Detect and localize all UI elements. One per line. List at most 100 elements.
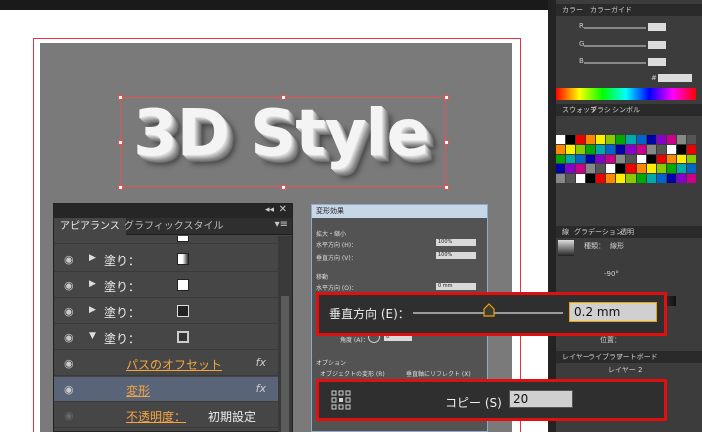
selection-handle[interactable] [281,95,286,100]
color-spectrum[interactable] [556,88,696,100]
swatch[interactable] [676,174,686,183]
swatch[interactable] [576,154,586,164]
swatch[interactable] [676,154,686,164]
visibility-eye-icon[interactable]: ◉ [64,253,74,266]
fill-row[interactable]: ◉ ▶ 塗り： [54,299,278,324]
swatch[interactable] [576,174,586,183]
swatch[interactable] [616,135,626,144]
swatch[interactable] [596,144,606,154]
horizontal-scale-input[interactable]: 100% [436,239,476,246]
expand-triangle-icon[interactable]: ▶ [89,305,96,315]
vertical-scale-input[interactable]: 100% [436,252,476,259]
swatch[interactable] [596,135,606,144]
effect-offset-path-link[interactable]: パスのオフセット [126,356,222,373]
tab-color[interactable]: カラー [558,4,583,16]
copies-input[interactable]: 20 [509,390,573,408]
swatch[interactable] [566,154,576,164]
visibility-eye-icon[interactable]: ◉ [64,305,74,318]
tab-artboards[interactable]: アートボード [612,351,658,363]
swatch[interactable] [666,154,676,164]
swatch[interactable] [666,144,676,154]
fx-icon[interactable]: fx [256,356,266,369]
swatch[interactable] [616,164,626,174]
fill-swatch[interactable] [177,253,189,265]
swatch[interactable] [636,135,646,144]
swatch[interactable] [626,144,636,154]
vertical-move-input[interactable]: 0.2 mm [569,302,657,322]
fill-swatch[interactable] [177,331,189,343]
swatch[interactable] [586,144,596,154]
swatch[interactable] [676,144,686,154]
scrollbar[interactable] [278,236,292,432]
selection-handle[interactable] [444,140,449,145]
tab-stroke[interactable]: 線 [558,226,569,238]
panel-menu-icon[interactable]: ▾≡ [275,219,288,230]
swatch[interactable] [636,174,646,183]
swatch[interactable] [596,154,606,164]
swatch[interactable] [566,164,576,174]
selection-handle[interactable] [118,140,123,145]
swatch[interactable] [686,154,696,164]
channel-g-value[interactable] [648,41,666,49]
swatch[interactable] [666,164,676,174]
swatch-grid[interactable] [556,135,696,183]
swatch[interactable] [626,164,636,174]
channel-b-slider[interactable] [584,62,646,64]
swatch[interactable] [676,164,686,174]
selection-handle[interactable] [118,185,123,190]
swatch[interactable] [656,164,666,174]
swatch[interactable] [636,154,646,164]
visibility-eye-icon[interactable]: ◉ [64,279,74,292]
tab-gradient[interactable]: グラデーション [570,226,623,238]
expand-triangle-icon[interactable]: ▶ [89,279,96,289]
swatch[interactable] [586,174,596,183]
swatch[interactable] [646,164,656,174]
swatch[interactable] [656,135,666,144]
channel-r-slider[interactable] [584,27,646,29]
swatch[interactable] [646,174,656,183]
fx-icon[interactable]: fx [256,382,266,395]
swatch[interactable] [636,144,646,154]
swatch[interactable] [556,174,566,183]
swatch[interactable] [566,174,576,183]
channel-r-value[interactable] [648,23,666,31]
swatch[interactable] [556,135,566,144]
swatch[interactable] [636,164,646,174]
effect-row-selected[interactable]: ◉ 変形 fx [54,377,278,402]
swatch[interactable] [606,154,616,164]
swatch[interactable] [656,154,666,164]
collapse-icon[interactable]: ◂◂ [265,205,274,215]
visibility-eye-icon[interactable]: ◉ [64,357,74,370]
swatch[interactable] [556,164,566,174]
swatch[interactable] [606,135,616,144]
fill-swatch[interactable] [177,279,189,291]
reference-point-icon[interactable] [331,390,351,410]
visibility-eye-icon[interactable]: ◉ [64,383,74,396]
swatch[interactable] [566,144,576,154]
swatch[interactable] [666,174,676,183]
selection-handle[interactable] [118,95,123,100]
swatch[interactable] [646,135,656,144]
swatch[interactable] [616,144,626,154]
swatch[interactable] [626,135,636,144]
opacity-row[interactable]: ◉ 不透明度： 初期設定 [54,403,278,428]
swatch[interactable] [586,154,596,164]
swatch[interactable] [606,164,616,174]
swatch[interactable] [556,144,566,154]
slider-knob-icon[interactable] [483,303,495,317]
collapse-triangle-icon[interactable]: ▼ [89,331,96,341]
swatch[interactable] [666,135,676,144]
layer-row[interactable]: レイヤー 2 [604,364,642,376]
swatch[interactable] [676,135,686,144]
tab-graphic-styles[interactable]: グラフィックスタイル [118,218,230,235]
selection-bounding-box[interactable] [120,97,446,187]
swatch[interactable] [646,144,656,154]
swatch[interactable] [576,135,586,144]
swatch[interactable] [596,164,606,174]
tab-appearance[interactable]: アピアランス [54,218,126,235]
opacity-link[interactable]: 不透明度： [126,408,186,425]
swatch[interactable] [596,174,606,183]
visibility-eye-icon[interactable]: ◉ [64,331,74,344]
swatch[interactable] [586,135,596,144]
selection-handle[interactable] [444,185,449,190]
